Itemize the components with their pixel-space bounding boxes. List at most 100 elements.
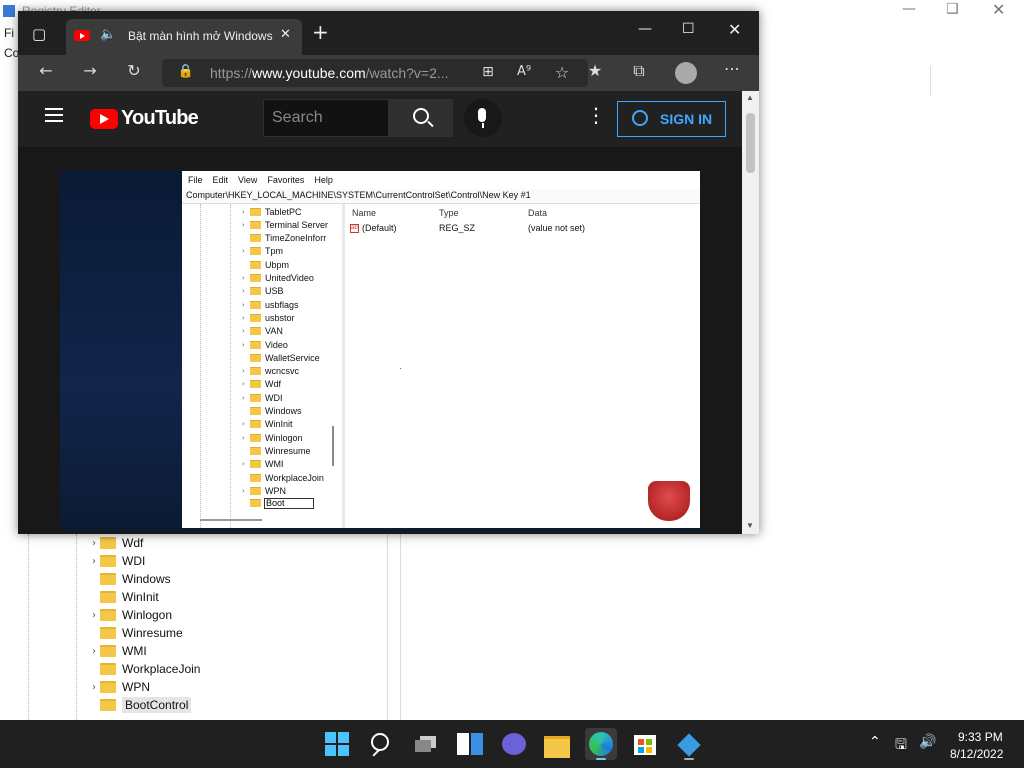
close-button[interactable]: ✕ (728, 20, 741, 39)
chevron-right-icon[interactable]: › (88, 610, 100, 621)
video-tree-item-label: WinInit (265, 419, 293, 430)
address-bar[interactable]: 🔒 https://www.youtube.com/watch?v=2... ⊞… (162, 59, 588, 87)
video-folder-icon (250, 407, 261, 415)
chevron-up-icon[interactable]: ⌃ (869, 734, 881, 750)
video-desktop-background (60, 171, 182, 531)
bg-pane-splitter[interactable] (400, 528, 401, 720)
refresh-icon[interactable]: ↻ (120, 61, 148, 80)
video-tree-item-label: usbstor (265, 312, 295, 323)
url-text[interactable]: https://www.youtube.com/watch?v=2... (210, 65, 449, 81)
video-tree-item-label: WalletService (265, 352, 320, 363)
video-folder-icon (250, 460, 261, 469)
start-icon[interactable] (321, 728, 353, 760)
task-view-icon[interactable] (410, 728, 442, 760)
video-chevron-icon: › (242, 207, 245, 216)
video-row-data: (value not set) (528, 223, 586, 233)
bg-tree-item[interactable]: WorkplaceJoin (88, 660, 200, 678)
video-registry-menu: File Edit View Favorites Help (188, 175, 343, 185)
sign-in-label: SIGN IN (660, 111, 713, 127)
scroll-down-icon[interactable]: ▼ (746, 521, 754, 530)
bg-tree-pane: › Wdf › WDI Windows WinInit › Winlogon Winresume… (0, 528, 398, 720)
video-tree-item: › WMI (242, 458, 284, 471)
channel-watermark-logo (648, 481, 690, 521)
bg-tree-item[interactable]: WinInit (88, 588, 159, 606)
bg-maximize-button[interactable]: ❑ (946, 1, 959, 17)
folder-icon (100, 663, 116, 675)
video-tree-item: › Wdf (242, 378, 281, 391)
new-tab-button[interactable]: + (312, 20, 329, 44)
bg-menu-file[interactable]: Fi (4, 26, 14, 40)
sign-in-button[interactable]: SIGN IN (617, 101, 726, 137)
bg-close-button[interactable]: ✕ (992, 0, 1005, 19)
search-button[interactable] (389, 99, 453, 137)
speaker-icon[interactable]: 🔈 (100, 27, 116, 42)
bg-tree-item[interactable]: › Winlogon (88, 606, 172, 624)
bg-tree-item[interactable]: Winresume (88, 624, 183, 642)
bg-right-scrollbar[interactable] (930, 66, 1024, 96)
chevron-right-icon[interactable]: › (88, 646, 100, 657)
video-tree-item: WalletService (242, 351, 320, 364)
maximize-button[interactable]: ☐ (682, 21, 695, 37)
video-chevron-icon: › (242, 460, 245, 469)
chevron-right-icon[interactable]: › (88, 538, 100, 549)
video-chevron-icon: › (242, 287, 245, 296)
video-folder-icon (250, 498, 261, 507)
edge-icon[interactable] (585, 728, 617, 760)
bg-minimize-button[interactable]: — (902, 1, 916, 17)
network-icon[interactable]: 🖫 (895, 734, 907, 758)
menu-icon[interactable] (45, 108, 63, 122)
search-icon[interactable] (365, 728, 397, 760)
search-input[interactable]: Search (263, 99, 389, 137)
add-favorite-icon[interactable]: ☆ (548, 63, 576, 82)
more-icon[interactable]: ⋯ (718, 59, 746, 78)
favorites-icon[interactable]: ★ (581, 61, 609, 80)
microphone-button[interactable] (464, 99, 502, 137)
chevron-right-icon[interactable]: › (88, 682, 100, 693)
app-available-icon[interactable]: ⊞ (474, 64, 502, 80)
bg-tree-item[interactable]: BootControl (88, 696, 192, 714)
forward-icon[interactable]: → (76, 61, 104, 80)
url-host: www.youtube.com (252, 65, 366, 81)
video-tree-item-label: Wdf (265, 379, 282, 390)
file-explorer-icon[interactable] (541, 728, 573, 760)
bg-tree-item[interactable]: › WDI (88, 552, 145, 570)
video-chevron-icon: › (242, 340, 245, 349)
tab-actions-icon[interactable]: ▢ (32, 25, 46, 43)
bg-tree-item[interactable]: › WMI (88, 642, 147, 660)
settings-more-icon[interactable]: ⋮ (586, 103, 606, 127)
chevron-right-icon[interactable]: › (88, 556, 100, 567)
bg-tree-item[interactable]: › WPN (88, 678, 150, 696)
read-aloud-icon[interactable]: A⁹ (510, 64, 538, 79)
video-folder-icon (250, 420, 261, 429)
folder-icon (100, 555, 116, 567)
profile-avatar[interactable] (675, 62, 697, 84)
video-player[interactable]: File Edit View Favorites Help Computer\HKEY_… (60, 171, 700, 531)
youtube-logo-icon[interactable] (90, 109, 118, 129)
tab-close-icon[interactable]: ✕ (280, 27, 291, 42)
bg-tree-item[interactable]: › Wdf (88, 534, 143, 552)
chat-icon[interactable] (498, 728, 530, 760)
back-icon[interactable]: ← (32, 61, 60, 80)
video-tree-item: › TabletPC (242, 205, 302, 218)
page-scrollbar[interactable]: ▲ ▼ (742, 91, 759, 534)
bg-tree-item[interactable]: Windows (88, 570, 171, 588)
bg-tree-scrollbar[interactable] (387, 528, 388, 720)
scroll-up-icon[interactable]: ▲ (746, 93, 754, 102)
clock-date[interactable]: 8/12/2022 (950, 747, 1003, 761)
video-folder-icon (250, 247, 261, 256)
lock-icon[interactable]: 🔒 (172, 64, 200, 79)
store-icon[interactable] (629, 728, 661, 760)
browser-tab[interactable]: 🔈 Bật màn hình mở Windows ✕ (66, 19, 302, 55)
video-chevron-icon: › (242, 367, 245, 376)
widgets-icon[interactable] (454, 728, 486, 760)
volume-icon[interactable]: 🔊 (919, 734, 936, 750)
video-col-name: Name (352, 208, 377, 218)
youtube-logo-text[interactable]: YouTube (121, 107, 199, 130)
bg-tree-item-label: Winresume (122, 626, 183, 640)
scroll-thumb[interactable] (746, 113, 755, 173)
browser-window: ▢ 🔈 Bật màn hình mở Windows ✕ + — ☐ ✕ ← … (18, 11, 759, 534)
minimize-button[interactable]: — (638, 21, 652, 37)
registry-editor-icon[interactable] (673, 728, 705, 760)
clock-time[interactable]: 9:33 PM (958, 730, 1003, 744)
collections-icon[interactable]: ⧉ (625, 61, 653, 81)
